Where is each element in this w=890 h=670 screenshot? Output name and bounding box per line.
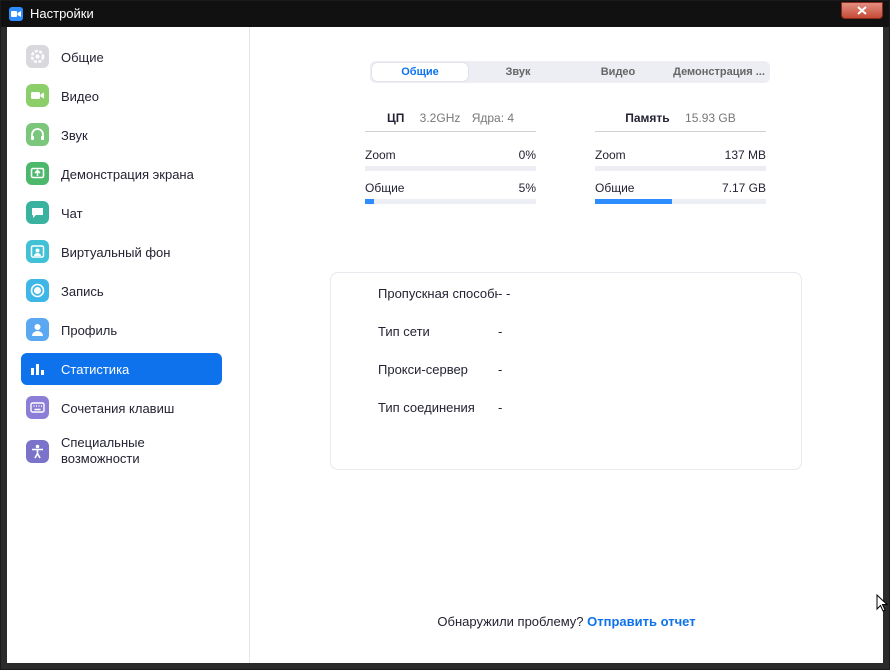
row-label: Тип сети: [378, 324, 430, 339]
sidebar-item-label: Специальные возможности: [61, 435, 145, 466]
sidebar-item-profile[interactable]: Профиль: [21, 314, 222, 346]
record-icon: [26, 279, 49, 302]
row-value: -: [498, 400, 503, 415]
sidebar-item-recording[interactable]: Запись: [21, 275, 222, 307]
sidebar-item-chat[interactable]: Чат: [21, 197, 222, 229]
statistics-tabs: Общие Звук Видео Демонстрация ...: [370, 61, 770, 83]
report-question: Обнаружили проблему?: [437, 614, 584, 629]
memory-zoom-row: Zoom 137 MB: [595, 144, 766, 177]
close-icon: [857, 6, 867, 15]
row-value: 5%: [518, 181, 536, 195]
sidebar-item-audio[interactable]: Звук: [21, 119, 222, 151]
usage-bar: [365, 166, 536, 171]
close-button[interactable]: [841, 2, 883, 19]
network-proxy-row: Прокси-сервер -: [378, 362, 502, 377]
statistics-icon: [26, 357, 49, 380]
memory-usage-block: Память 15.93 GB Zoom 137 MB Общие 7.17 G…: [595, 111, 766, 210]
settings-window: Настройки Общие Видео Звук Демонстрация …: [0, 0, 890, 670]
sidebar-item-label: Запись: [61, 284, 104, 299]
headphones-icon: [26, 123, 49, 146]
usage-bar-fill: [595, 199, 672, 204]
sidebar-item-label: Виртуальный фон: [61, 245, 171, 260]
sidebar-item-keyboard-shortcuts[interactable]: Сочетания клавиш: [21, 392, 222, 424]
title-bar[interactable]: Настройки: [1, 1, 889, 27]
sidebar-item-label: Сочетания клавиш: [61, 401, 175, 416]
network-info-card: Пропускная способность- - Тип сети- Прок…: [330, 272, 802, 470]
row-label: Общие: [595, 181, 635, 195]
memory-total-row: Общие 7.17 GB: [595, 177, 766, 210]
sidebar-item-video[interactable]: Видео: [21, 80, 222, 112]
sidebar-item-label: Демонстрация экрана: [61, 167, 194, 182]
cpu-usage-block: ЦП 3.2GHz Ядра: 4 Zoom 0% Общие 5%: [365, 111, 536, 210]
mouse-cursor-icon: [876, 594, 888, 612]
accessibility-icon: [26, 440, 49, 463]
tab-general[interactable]: Общие: [372, 63, 468, 81]
cpu-zoom-row: Zoom 0%: [365, 144, 536, 177]
network-type-row: Тип сети -: [378, 324, 502, 339]
send-report-link[interactable]: Отправить отчет: [587, 614, 695, 629]
sidebar: Общие Видео Звук Демонстрация экрана Чат…: [7, 27, 250, 663]
row-value: 7.17 GB: [721, 181, 766, 195]
sidebar-item-label: Видео: [61, 89, 99, 104]
sidebar-item-screen-share[interactable]: Демонстрация экрана: [21, 158, 222, 190]
statistics-panel: Общие Звук Видео Демонстрация ... ЦП 3.2…: [250, 27, 883, 663]
cpu-header: ЦП 3.2GHz Ядра: 4: [365, 111, 536, 132]
sidebar-item-label: Общие: [61, 50, 104, 65]
row-value: 0%: [518, 148, 536, 162]
row-value: -: [498, 324, 503, 339]
video-camera-icon: [26, 84, 49, 107]
row-label: Пропускная способность: [378, 286, 498, 301]
sidebar-item-virtual-background[interactable]: Виртуальный фон: [21, 236, 222, 268]
window-title: Настройки: [30, 6, 94, 21]
sidebar-item-general[interactable]: Общие: [21, 41, 222, 73]
cpu-title: ЦП: [386, 111, 405, 125]
memory-total: 15.93 GB: [685, 111, 736, 125]
row-label: Zoom: [365, 148, 396, 162]
sidebar-item-label: Звук: [61, 128, 88, 143]
sidebar-item-statistics[interactable]: Статистика: [21, 353, 222, 385]
row-label: Тип соединения: [378, 400, 475, 415]
row-label: Zoom: [595, 148, 626, 162]
row-value: -: [498, 362, 503, 377]
network-connection-type-row: Тип соединения -: [378, 400, 502, 415]
profile-icon: [26, 318, 49, 341]
zoom-app-icon: [9, 7, 23, 21]
memory-header: Память 15.93 GB: [595, 111, 766, 132]
report-problem-footer: Обнаружили проблему? Отправить отчет: [250, 614, 883, 629]
network-bandwidth-row: Пропускная способность- -: [378, 286, 510, 301]
usage-bar: [595, 199, 766, 204]
sidebar-item-label: Профиль: [61, 323, 118, 338]
row-label: Прокси-сервер: [378, 362, 468, 377]
gear-icon: [26, 45, 49, 68]
settings-content: Общие Видео Звук Демонстрация экрана Чат…: [7, 27, 883, 663]
row-value: 137 MB: [724, 148, 766, 162]
cpu-cores: Ядра: 4: [471, 111, 515, 125]
row-value: - -: [498, 286, 511, 301]
keyboard-icon: [26, 396, 49, 419]
usage-bar: [365, 199, 536, 204]
chat-bubble-icon: [26, 201, 49, 224]
cpu-frequency: 3.2GHz: [419, 111, 461, 125]
sidebar-item-label: Чат: [61, 206, 83, 221]
row-label: Общие: [365, 181, 405, 195]
usage-bar-fill: [365, 199, 374, 204]
virtual-background-icon: [26, 240, 49, 263]
tab-audio[interactable]: Звук: [470, 63, 566, 81]
tab-screen-share[interactable]: Демонстрация ...: [668, 63, 770, 81]
cpu-total-row: Общие 5%: [365, 177, 536, 210]
tab-video[interactable]: Видео: [568, 63, 668, 81]
sidebar-item-label: Статистика: [61, 362, 130, 377]
share-screen-icon: [26, 162, 49, 185]
memory-title: Память: [625, 111, 670, 125]
usage-bar: [595, 166, 766, 171]
sidebar-item-accessibility[interactable]: Специальные возможности: [21, 431, 222, 471]
